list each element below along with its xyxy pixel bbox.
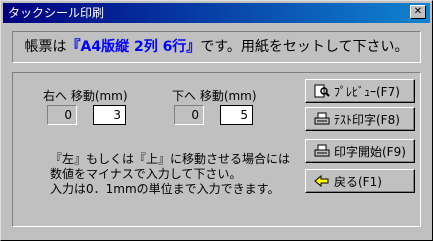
printer-icon [314, 144, 330, 158]
move-down-current: 0 [174, 105, 204, 125]
settings-panel: 右へ 移動(mm) 0 3 下へ 移動(mm) 0 5 『左』もしくは『上』に移… [12, 72, 421, 227]
window-title: タックシール印刷 [8, 6, 105, 20]
instruction-prefix: 帳票は [24, 39, 67, 55]
dialog-window: タックシール印刷 ✕ 帳票は『A4版縦 2列 6行』です。用紙をセットして下さい… [0, 0, 433, 241]
move-right-label: 右へ 移動(mm) [43, 89, 128, 103]
preview-icon [314, 84, 330, 98]
move-down-input[interactable]: 5 [220, 105, 253, 125]
instruction-panel: 帳票は『A4版縦 2列 6行』です。用紙をセットして下さい。 [12, 31, 421, 63]
note-line: 入力は0．1mmの単位まで入力できます。 [50, 182, 280, 196]
preview-button[interactable]: ﾌﾟﾚﾋﾞｭｰ(F7) [305, 79, 415, 103]
title-bar: タックシール印刷 ✕ [3, 3, 430, 23]
instruction-note: 『左』もしくは『上』に移動させる場合には 数値をマイナスで入力して下さい。 入力… [50, 152, 290, 197]
start-print-button[interactable]: 印字開始(F9) [305, 139, 415, 163]
back-arrow-icon [314, 174, 330, 188]
back-button[interactable]: 戻る(F1) [305, 169, 415, 193]
preview-label: ﾌﾟﾚﾋﾞｭｰ(F7) [334, 84, 400, 99]
start-print-label: 印字開始(F9) [334, 144, 406, 159]
form-type-label: 『A4版縦 2列 6行』 [66, 39, 201, 55]
move-right-current: 0 [47, 105, 77, 125]
back-label: 戻る(F1) [334, 174, 382, 189]
note-line: 『左』もしくは『上』に移動させる場合には [50, 152, 291, 166]
note-line: 数値をマイナスで入力して下さい。 [50, 167, 242, 181]
instruction-suffix: です。用紙をセットして下さい。 [200, 39, 409, 55]
instruction-text: 帳票は『A4版縦 2列 6行』です。用紙をセットして下さい。 [13, 32, 420, 62]
test-print-label: ﾃｽﾄ印字(F8) [334, 112, 400, 127]
printer-icon [314, 112, 330, 126]
close-button[interactable]: ✕ [410, 5, 426, 19]
test-print-button[interactable]: ﾃｽﾄ印字(F8) [305, 107, 415, 131]
move-down-label: 下へ 移動(mm) [172, 89, 257, 103]
move-right-input[interactable]: 3 [93, 105, 126, 125]
